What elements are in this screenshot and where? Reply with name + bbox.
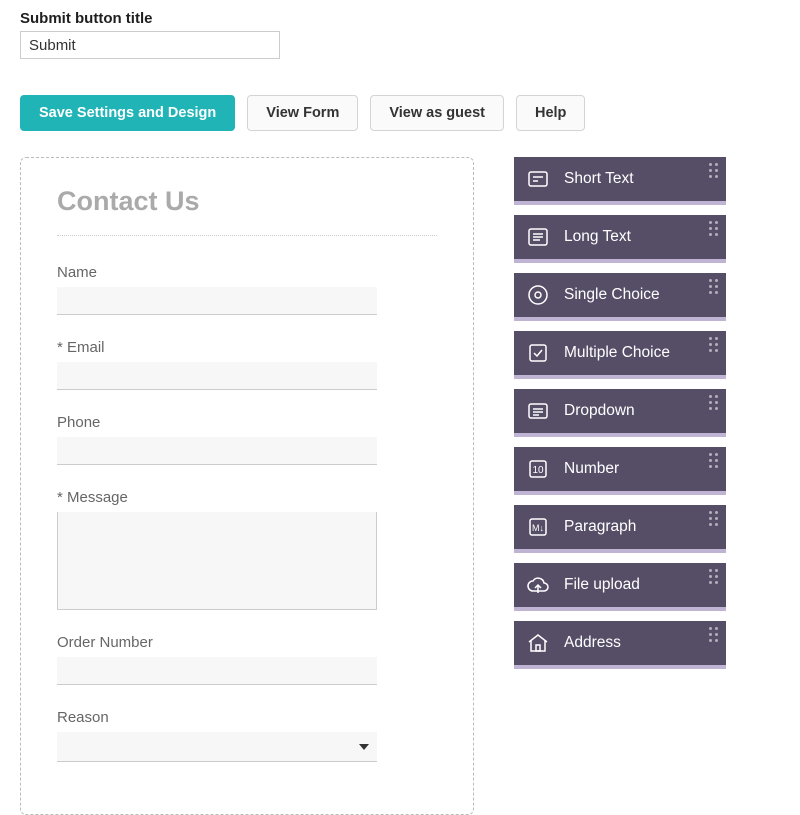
dropdown-icon bbox=[526, 399, 550, 423]
toolbar: Save Settings and Design View Form View … bbox=[20, 95, 780, 131]
palette-paragraph[interactable]: M↓ Paragraph bbox=[514, 505, 726, 549]
palette-multiple-choice[interactable]: Multiple Choice bbox=[514, 331, 726, 375]
save-settings-button[interactable]: Save Settings and Design bbox=[20, 95, 235, 131]
svg-text:M↓: M↓ bbox=[532, 523, 544, 533]
paragraph-icon: M↓ bbox=[526, 515, 550, 539]
palette-long-text[interactable]: Long Text bbox=[514, 215, 726, 259]
palette-single-choice[interactable]: Single Choice bbox=[514, 273, 726, 317]
drag-handle-icon bbox=[709, 511, 718, 526]
drag-handle-icon bbox=[709, 221, 718, 236]
field-phone[interactable]: Phone bbox=[57, 414, 437, 465]
drag-handle-icon bbox=[709, 569, 718, 584]
submit-title-input[interactable] bbox=[20, 31, 280, 59]
palette-dropdown[interactable]: Dropdown bbox=[514, 389, 726, 433]
short-text-icon bbox=[526, 167, 550, 191]
drag-handle-icon bbox=[709, 337, 718, 352]
palette-number-label: Number bbox=[564, 460, 619, 478]
palette-single-choice-label: Single Choice bbox=[564, 286, 660, 304]
view-form-button[interactable]: View Form bbox=[247, 95, 358, 131]
field-order-number-input[interactable] bbox=[57, 657, 377, 685]
house-icon bbox=[526, 631, 550, 655]
field-email-label: * Email bbox=[57, 339, 437, 356]
drag-handle-icon bbox=[709, 395, 718, 410]
number-icon: 10 bbox=[526, 457, 550, 481]
field-reason-label: Reason bbox=[57, 709, 437, 726]
help-button[interactable]: Help bbox=[516, 95, 585, 131]
palette-file-upload[interactable]: File upload bbox=[514, 563, 726, 607]
submit-title-label: Submit button title bbox=[20, 10, 780, 27]
drag-handle-icon bbox=[709, 627, 718, 642]
field-palette: Short Text Long Text Single Choice Multi… bbox=[514, 157, 726, 815]
palette-file-upload-label: File upload bbox=[564, 576, 640, 594]
view-as-guest-button[interactable]: View as guest bbox=[370, 95, 504, 131]
content-row: Contact Us Name * Email Phone * Message … bbox=[20, 157, 780, 815]
palette-number[interactable]: 10 Number bbox=[514, 447, 726, 491]
field-name[interactable]: Name bbox=[57, 264, 437, 315]
chevron-down-icon bbox=[359, 744, 369, 750]
field-reason[interactable]: Reason bbox=[57, 709, 437, 762]
field-order-number-label: Order Number bbox=[57, 634, 437, 651]
palette-multiple-choice-label: Multiple Choice bbox=[564, 344, 670, 362]
palette-dropdown-label: Dropdown bbox=[564, 402, 635, 420]
palette-short-text-label: Short Text bbox=[564, 170, 634, 188]
palette-paragraph-label: Paragraph bbox=[564, 518, 636, 536]
field-message[interactable]: * Message bbox=[57, 489, 437, 610]
field-phone-label: Phone bbox=[57, 414, 437, 431]
field-phone-input[interactable] bbox=[57, 437, 377, 465]
field-email-input[interactable] bbox=[57, 362, 377, 390]
palette-short-text[interactable]: Short Text bbox=[514, 157, 726, 201]
field-reason-select[interactable] bbox=[57, 732, 377, 762]
form-title: Contact Us bbox=[57, 186, 437, 236]
drag-handle-icon bbox=[709, 453, 718, 468]
palette-long-text-label: Long Text bbox=[564, 228, 631, 246]
radio-icon bbox=[526, 283, 550, 307]
drag-handle-icon bbox=[709, 279, 718, 294]
field-name-label: Name bbox=[57, 264, 437, 281]
field-message-label: * Message bbox=[57, 489, 437, 506]
field-name-input[interactable] bbox=[57, 287, 377, 315]
drag-handle-icon bbox=[709, 163, 718, 178]
palette-address-label: Address bbox=[564, 634, 621, 652]
field-message-input[interactable] bbox=[57, 512, 377, 610]
form-canvas[interactable]: Contact Us Name * Email Phone * Message … bbox=[20, 157, 474, 815]
field-order-number[interactable]: Order Number bbox=[57, 634, 437, 685]
field-email[interactable]: * Email bbox=[57, 339, 437, 390]
long-text-icon bbox=[526, 225, 550, 249]
palette-address[interactable]: Address bbox=[514, 621, 726, 665]
svg-text:10: 10 bbox=[532, 465, 544, 476]
checkbox-icon bbox=[526, 341, 550, 365]
cloud-upload-icon bbox=[526, 573, 550, 597]
